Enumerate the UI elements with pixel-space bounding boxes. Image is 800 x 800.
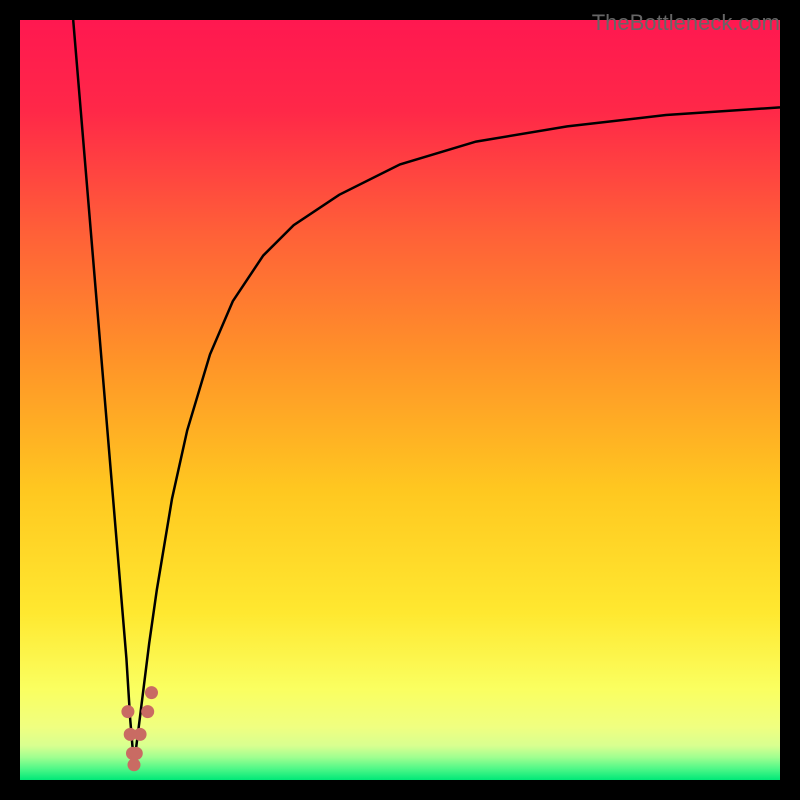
valley-dot [130,747,143,760]
valley-dot [128,758,141,771]
watermark-text: TheBottleneck.com [592,10,780,36]
curve-overlay [20,20,780,780]
valley-dot [134,728,147,741]
curve-right-branch [134,107,780,764]
valley-dot [141,705,154,718]
valley-dot [121,705,134,718]
curve-left-branch [73,20,134,765]
valley-dot [145,686,158,699]
